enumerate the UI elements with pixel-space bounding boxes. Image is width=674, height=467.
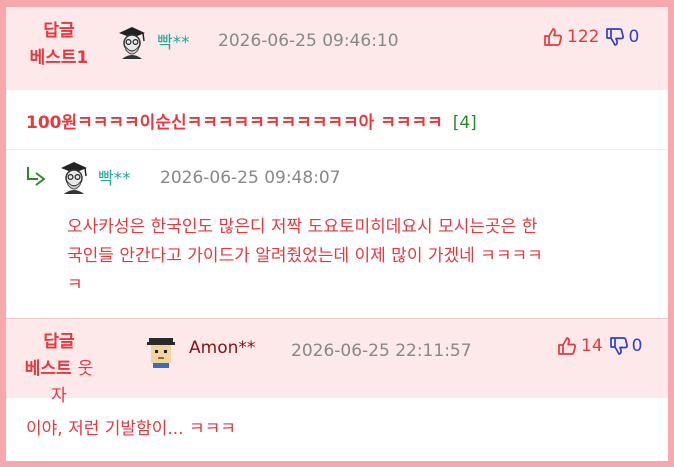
comment-timestamp: 2026-06-25 09:46:10 bbox=[218, 31, 399, 51]
upvote-count: 122 bbox=[567, 27, 600, 47]
comment-body: 100원ㅋㅋㅋㅋ이순신ㅋㅋㅋㅋㅋㅋㅋㅋㅋㅋㅋ아 ㅋㅋㅋㅋ [4] bbox=[26, 108, 477, 133]
comment-body: 이야, 저런 기발함이... ㅋㅋㅋ bbox=[26, 419, 236, 439]
reply-arrow-icon bbox=[27, 167, 45, 186]
thumbs-up-icon[interactable] bbox=[557, 336, 577, 356]
downvote-count: 0 bbox=[631, 336, 643, 356]
badge-line2: 베스트1 bbox=[29, 48, 89, 68]
reply-count[interactable]: [4] bbox=[453, 113, 477, 133]
vote-box: 122 0 bbox=[543, 27, 639, 47]
reply-nickname[interactable]: 빡** bbox=[98, 164, 131, 189]
vote-box: 14 0 bbox=[557, 336, 642, 356]
badge-line1: 답글 bbox=[43, 21, 75, 41]
reply-text-line: ㅋ bbox=[67, 275, 83, 295]
badge-line2: 베스트 웃자 bbox=[24, 359, 94, 406]
thumbs-down-icon[interactable] bbox=[605, 27, 625, 47]
downvote-count: 0 bbox=[628, 27, 640, 47]
thumbs-up-icon[interactable] bbox=[543, 27, 563, 47]
thumbs-down-icon[interactable] bbox=[609, 336, 629, 356]
reply-timestamp: 2026-06-25 09:48:07 bbox=[160, 168, 341, 188]
professor-avatar-icon bbox=[119, 27, 145, 59]
reply-body: 오사카성은 한국인도 많은디 저짝 도요토미히데요시 모시는곳은 한 국인들 안… bbox=[67, 213, 543, 300]
pixel-avatar-icon bbox=[147, 338, 175, 368]
upvote-count: 14 bbox=[581, 336, 603, 356]
best-badge-2: 답글 베스트 웃자 bbox=[20, 329, 98, 410]
comment-nickname[interactable]: 빡** bbox=[157, 28, 190, 53]
badge-line1: 답글 bbox=[43, 332, 75, 352]
professor-avatar-icon bbox=[61, 162, 87, 194]
comment-timestamp: 2026-06-25 22:11:57 bbox=[291, 341, 472, 361]
comment-nickname[interactable]: Amon** bbox=[189, 338, 255, 358]
comment-text: 100원ㅋㅋㅋㅋ이순신ㅋㅋㅋㅋㅋㅋㅋㅋㅋㅋㅋ아 ㅋㅋㅋㅋ bbox=[26, 113, 443, 133]
reply-text-line: 국인들 안간다고 가이드가 알려줬었는데 이제 많이 가겠네 ㅋㅋㅋㅋ bbox=[67, 246, 543, 266]
divider bbox=[6, 149, 668, 150]
reply-text-line: 오사카성은 한국인도 많은디 저짝 도요토미히데요시 모시는곳은 한 bbox=[67, 217, 538, 237]
best-badge-1: 답글 베스트1 bbox=[20, 18, 98, 72]
